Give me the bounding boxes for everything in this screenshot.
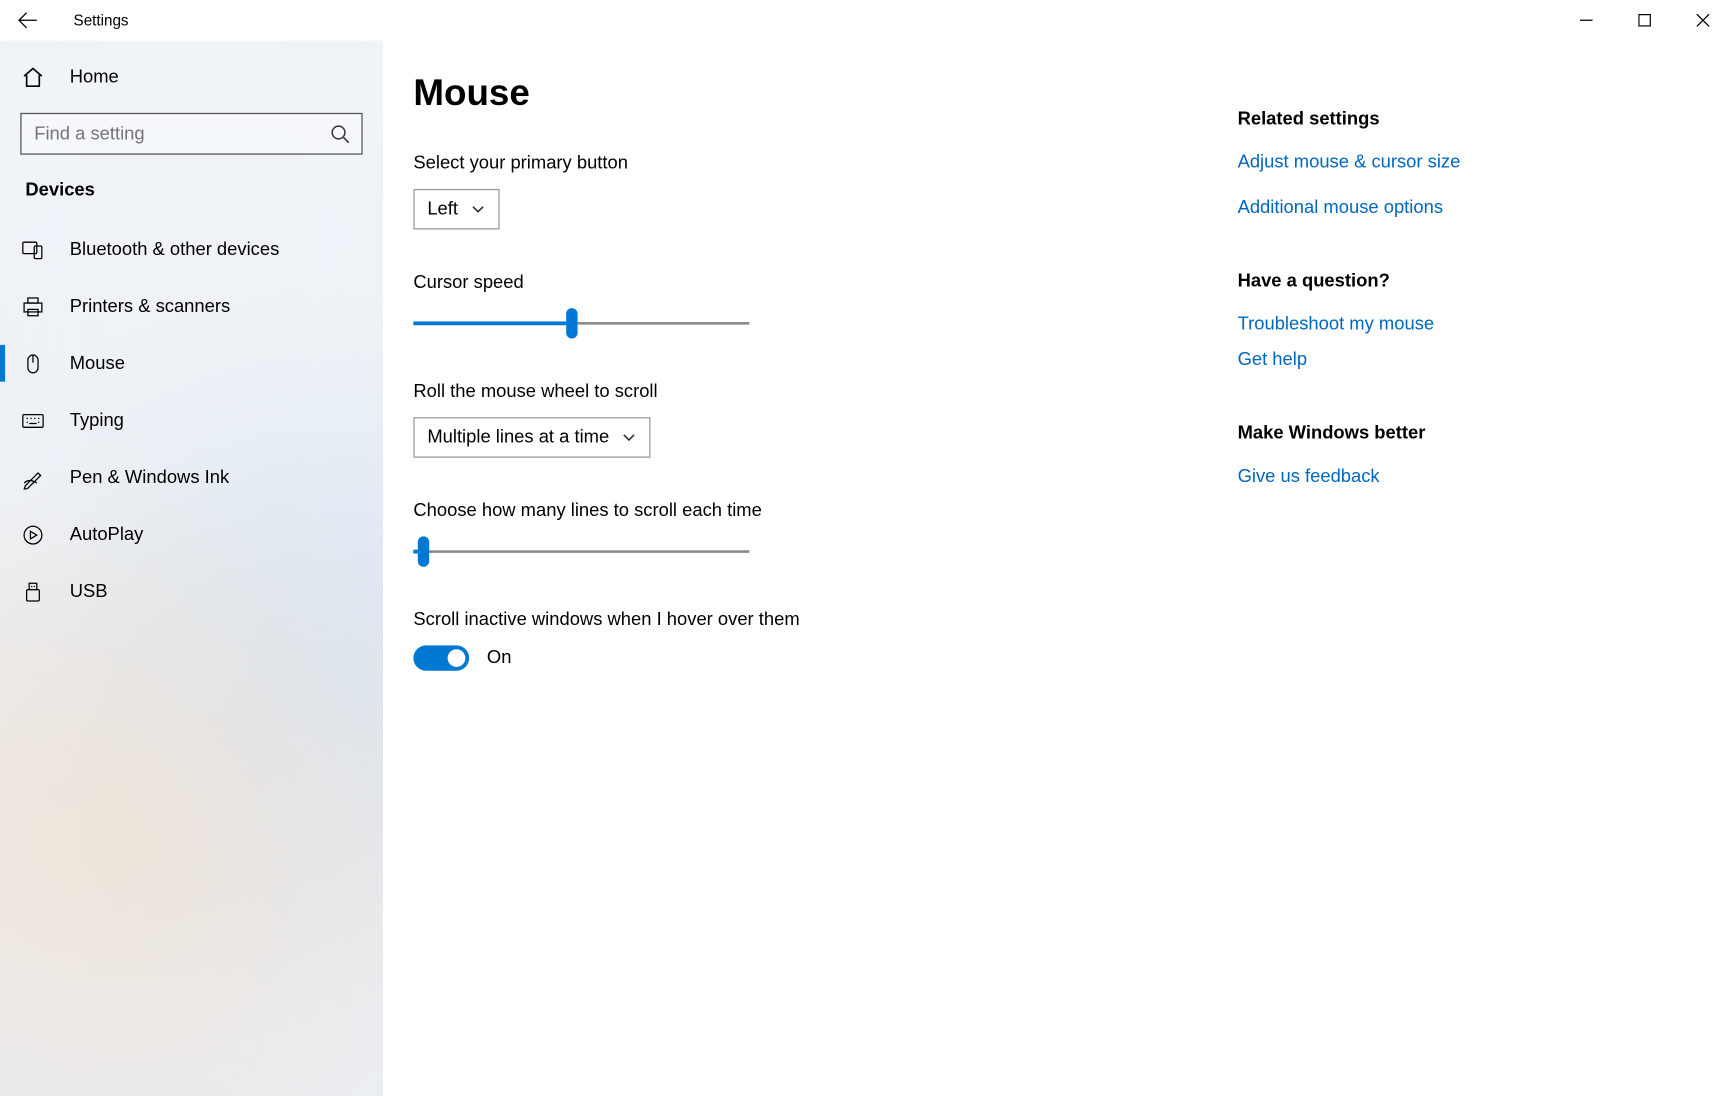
minimize-button[interactable]: [1557, 0, 1615, 41]
sidebar-item-label: Typing: [70, 410, 124, 430]
sidebar-item-mouse[interactable]: Mouse: [0, 335, 383, 392]
sidebar-item-printers[interactable]: Printers & scanners: [0, 278, 383, 335]
chevron-down-icon: [622, 430, 637, 445]
sidebar-item-label: Mouse: [70, 353, 125, 373]
cursor-speed-label: Cursor speed: [413, 273, 1199, 293]
inactive-scroll-state: On: [487, 648, 512, 668]
minimize-icon: [1580, 14, 1593, 27]
back-button[interactable]: [0, 0, 56, 41]
sidebar-item-label: Printers & scanners: [70, 296, 230, 316]
home-icon: [20, 65, 45, 88]
search-icon: [331, 124, 350, 143]
sidebar-item-autoplay[interactable]: AutoPlay: [0, 506, 383, 563]
link-feedback[interactable]: Give us feedback: [1238, 467, 1461, 487]
sidebar-item-bluetooth[interactable]: Bluetooth & other devices: [0, 221, 383, 278]
devices-icon: [20, 238, 45, 261]
sidebar-item-label: Bluetooth & other devices: [70, 239, 280, 259]
lines-slider[interactable]: [413, 536, 749, 566]
inactive-scroll-toggle[interactable]: [413, 645, 469, 670]
sidebar: Home Devices Bluetooth & other devices P…: [0, 41, 383, 1096]
close-button[interactable]: [1674, 0, 1732, 41]
sidebar-home[interactable]: Home: [0, 48, 383, 105]
sidebar-item-label: Pen & Windows Ink: [70, 467, 229, 487]
primary-button-dropdown[interactable]: Left: [413, 189, 499, 230]
scroll-mode-value: Multiple lines at a time: [427, 427, 609, 447]
pen-icon: [20, 466, 45, 489]
lines-label: Choose how many lines to scroll each tim…: [413, 501, 1199, 521]
cursor-speed-slider[interactable]: [413, 308, 749, 338]
question-heading: Have a question?: [1238, 271, 1461, 291]
link-adjust-cursor[interactable]: Adjust mouse & cursor size: [1238, 152, 1461, 172]
link-troubleshoot[interactable]: Troubleshoot my mouse: [1238, 314, 1461, 334]
primary-button-value: Left: [427, 199, 458, 219]
close-icon: [1697, 14, 1710, 27]
link-get-help[interactable]: Get help: [1238, 350, 1461, 370]
keyboard-icon: [20, 409, 45, 432]
sidebar-item-label: AutoPlay: [70, 524, 144, 544]
sidebar-home-label: Home: [70, 67, 119, 87]
related-heading: Related settings: [1238, 109, 1461, 129]
primary-button-label: Select your primary button: [413, 153, 1199, 173]
chevron-down-icon: [471, 202, 486, 217]
better-heading: Make Windows better: [1238, 424, 1461, 444]
sidebar-item-typing[interactable]: Typing: [0, 392, 383, 449]
sidebar-category: Devices: [0, 172, 383, 220]
sidebar-item-label: USB: [70, 581, 108, 601]
mouse-icon: [20, 352, 45, 375]
right-column: Related settings Adjust mouse & cursor s…: [1238, 74, 1461, 1096]
sidebar-item-pen[interactable]: Pen & Windows Ink: [0, 449, 383, 506]
back-arrow-icon: [18, 10, 38, 30]
sidebar-item-usb[interactable]: USB: [0, 563, 383, 620]
printer-icon: [20, 295, 45, 318]
inactive-scroll-label: Scroll inactive windows when I hover ove…: [413, 610, 1199, 630]
maximize-icon: [1638, 14, 1651, 27]
scroll-mode-dropdown[interactable]: Multiple lines at a time: [413, 417, 651, 458]
link-additional-options[interactable]: Additional mouse options: [1238, 198, 1461, 218]
page-title: Mouse: [413, 74, 1199, 116]
window-title: Settings: [74, 11, 129, 29]
search-input[interactable]: [20, 113, 362, 155]
usb-icon: [20, 580, 45, 603]
autoplay-icon: [20, 523, 45, 546]
scroll-mode-label: Roll the mouse wheel to scroll: [413, 382, 1199, 402]
titlebar: Settings: [0, 0, 1732, 41]
content: Mouse Select your primary button Left Cu…: [383, 41, 1732, 1096]
maximize-button[interactable]: [1615, 0, 1673, 41]
